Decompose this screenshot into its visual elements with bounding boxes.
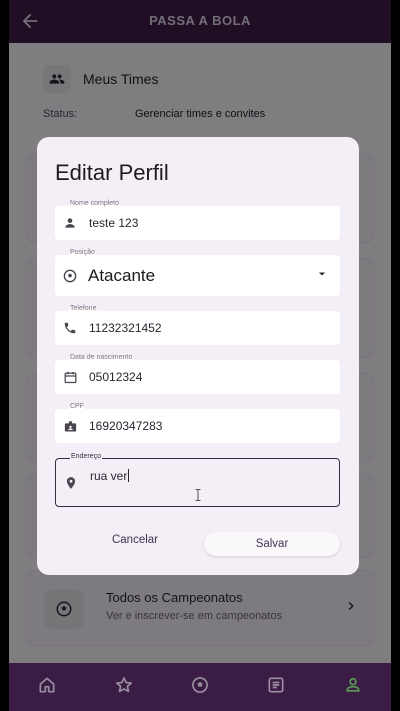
save-button[interactable]: Salvar	[204, 532, 340, 556]
position-label: Posição	[69, 249, 96, 256]
soccer-ball-icon	[62, 268, 78, 284]
address-value: rua ver	[90, 469, 128, 483]
article-icon	[266, 675, 286, 700]
mouse-ibeam-cursor	[195, 488, 201, 501]
address-field[interactable]: Endereço rua ver	[55, 453, 340, 507]
calendar-icon	[62, 369, 78, 385]
soccer-ball-icon	[190, 675, 210, 700]
birthdate-value: 05012324	[89, 370, 143, 384]
edit-profile-dialog: Editar Perfil Nome completo teste 123 Po…	[37, 137, 359, 575]
position-value: Atacante	[88, 265, 156, 285]
star-icon	[114, 675, 134, 700]
person-icon	[62, 215, 78, 231]
dialog-title: Editar Perfil	[55, 160, 169, 185]
cancel-button[interactable]: Cancelar	[85, 534, 185, 546]
location-pin-icon	[63, 475, 79, 491]
text-caret	[128, 469, 130, 482]
phone-icon	[62, 320, 78, 336]
name-field[interactable]: Nome completo teste 123	[55, 200, 340, 240]
phone-value: 11232321452	[89, 321, 162, 335]
nav-home[interactable]	[9, 663, 85, 711]
nav-favorites[interactable]	[85, 663, 161, 711]
dropdown-arrow-icon	[316, 267, 328, 285]
nav-profile[interactable]	[315, 663, 391, 711]
position-dropdown[interactable]: Posição Atacante	[55, 249, 340, 296]
birthdate-label: Data de nascimento	[69, 354, 134, 361]
cpf-value: 16920347283	[89, 419, 163, 433]
phone-field[interactable]: Telefone 11232321452	[55, 305, 340, 345]
name-label: Nome completo	[69, 200, 121, 207]
address-label: Endereço	[70, 453, 102, 460]
cpf-field[interactable]: CPF 16920347283	[55, 403, 340, 443]
home-icon	[37, 675, 57, 700]
bottom-nav	[9, 663, 391, 711]
birthdate-field[interactable]: Data de nascimento 05012324	[55, 354, 340, 394]
name-value: teste 123	[89, 216, 139, 230]
address-input[interactable]: rua ver	[90, 469, 130, 483]
id-badge-icon	[62, 418, 78, 434]
phone-label: Telefone	[69, 305, 98, 312]
nav-news[interactable]	[238, 663, 314, 711]
cpf-label: CPF	[69, 403, 85, 410]
person-settings-icon	[343, 675, 363, 700]
nav-championships[interactable]	[162, 663, 238, 711]
